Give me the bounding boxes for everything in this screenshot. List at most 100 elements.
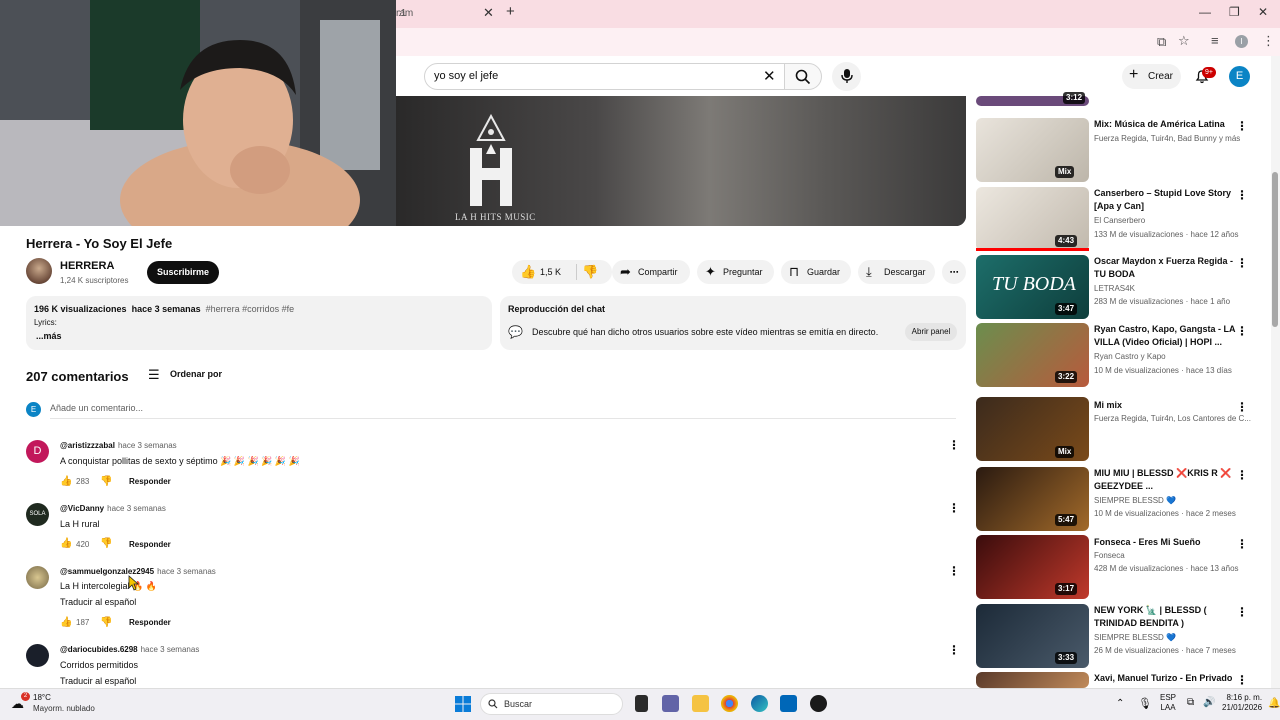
ask-button[interactable]: ✦ Preguntar <box>697 260 774 284</box>
sidebar-channel[interactable]: Fuerza Regida, Tuir4n, Los Cantores de C… <box>1094 414 1251 423</box>
network-icon[interactable]: ⧉ <box>1187 697 1194 708</box>
sidebar-video-title[interactable]: Ryan Castro, Kapo, Gangsta - LA VILLA (V… <box>1094 323 1244 349</box>
address-bar[interactable]: :1 <box>398 8 406 19</box>
sidebar-channel[interactable]: Fonseca <box>1094 551 1125 560</box>
open-chat-panel-button[interactable]: Abrir panel <box>905 323 957 341</box>
account-avatar[interactable]: E <box>1229 66 1250 87</box>
new-tab-icon[interactable]: + <box>506 3 515 20</box>
comment-avatar[interactable]: D <box>26 440 49 463</box>
hashtags[interactable]: #herrera #corridos #fe <box>206 304 295 314</box>
sidebar-thumbnail[interactable] <box>976 672 1089 688</box>
sidebar-video-title[interactable]: Oscar Maydon x Fuerza Regida - TU BODA <box>1094 255 1244 281</box>
taskbar-search-label[interactable]: Buscar <box>504 699 532 709</box>
cast-icon[interactable]: ⧉ <box>1157 34 1166 50</box>
microphone-tray-icon[interactable]: 🎙 <box>1138 697 1152 710</box>
taskbar-search[interactable] <box>480 693 623 715</box>
comment-username[interactable]: @VicDanny <box>60 504 104 513</box>
dislike-icon[interactable]: 👎 <box>582 260 598 284</box>
weather-temperature[interactable]: 18°C <box>33 693 51 702</box>
input-language[interactable]: ESP LAA <box>1160 693 1176 713</box>
comment-menu-icon[interactable]: ⋮ <box>948 438 960 452</box>
volume-icon[interactable]: 🔊 <box>1203 697 1215 708</box>
subscribe-button[interactable]: Suscribirme <box>147 261 219 284</box>
sort-icon[interactable]: ☰ <box>148 367 160 383</box>
store-icon[interactable] <box>780 695 797 712</box>
comment-time[interactable]: hace 3 semanas <box>118 441 177 450</box>
sidebar-menu-icon[interactable]: ⋮ <box>1236 188 1248 202</box>
comment-time[interactable]: hace 3 semanas <box>107 504 166 513</box>
notification-bell-tray-icon[interactable]: 🔔 <box>1268 698 1280 709</box>
comment-author[interactable]: @aristizzzabal hace 3 semanas <box>60 441 177 450</box>
comment-time[interactable]: hace 3 semanas <box>157 567 216 576</box>
sidebar-video-title[interactable]: Fonseca - Eres Mi Sueño <box>1094 536 1244 549</box>
comment-reply-button[interactable]: Responder <box>129 540 171 549</box>
sidebar-video-title[interactable]: MIU MIU | BLESSD ❌KRIS R ❌ GEEZYDEE ... <box>1094 467 1244 493</box>
sidebar-video-title[interactable]: NEW YORK 🗽 | BLESSD ( TRINIDAD BENDITA ) <box>1094 604 1244 630</box>
scrollbar-thumb[interactable] <box>1272 172 1278 327</box>
sidebar-video-title[interactable]: Canserbero – Stupid Love Story [Apa y Ca… <box>1094 187 1244 213</box>
more-actions-icon[interactable]: ⋯ <box>942 260 966 284</box>
edge-icon[interactable] <box>751 695 768 712</box>
comment-like-icon[interactable]: 👍 <box>60 476 72 487</box>
clear-search-icon[interactable]: ✕ <box>763 67 776 85</box>
comment-avatar[interactable] <box>26 566 49 589</box>
sidebar-video-title[interactable]: Mix: Música de América Latina <box>1094 118 1244 131</box>
comment-author[interactable]: @VicDanny hace 3 semanas <box>60 504 166 513</box>
bookmark-star-icon[interactable]: ☆ <box>1178 33 1190 49</box>
comment-username[interactable]: @dariocubides.6298 <box>60 645 138 654</box>
chrome-icon[interactable] <box>721 695 738 712</box>
like-count[interactable]: 1,5 K <box>540 260 561 284</box>
add-comment-input[interactable]: Añade un comentario... <box>50 403 143 413</box>
window-close-icon[interactable]: ✕ <box>1258 5 1268 19</box>
weather-description[interactable]: Mayorm. nublado <box>33 704 95 713</box>
tray-chevron-icon[interactable]: ⌃ <box>1116 698 1124 709</box>
sidebar-menu-icon[interactable]: ⋮ <box>1236 400 1248 414</box>
sidebar-channel[interactable]: SIEMPRE BLESSD 💙 <box>1094 633 1176 642</box>
media-control-icon[interactable]: ≡ <box>1211 33 1219 48</box>
sidebar-channel[interactable]: LETRAS4K <box>1094 284 1135 293</box>
file-explorer-icon[interactable] <box>692 695 709 712</box>
comment-avatar[interactable] <box>26 644 49 667</box>
comment-like-icon[interactable]: 👍 <box>60 538 72 549</box>
share-button[interactable]: ➦ Compartir <box>612 260 690 284</box>
like-icon[interactable]: 👍 <box>520 260 536 284</box>
app-icon[interactable] <box>810 695 827 712</box>
sidebar-video-title[interactable]: Xavi, Manuel Turizo - En Privado <box>1094 672 1244 685</box>
windows-start-icon[interactable] <box>455 696 471 712</box>
browser-menu-icon[interactable]: ⋮ <box>1262 33 1275 49</box>
comment-menu-icon[interactable]: ⋮ <box>948 501 960 515</box>
search-query[interactable]: yo soy el jefe <box>434 70 498 82</box>
sidebar-menu-icon[interactable]: ⋮ <box>1236 537 1248 551</box>
download-button[interactable]: ⤓ Descargar <box>858 260 935 284</box>
comment-reply-button[interactable]: Responder <box>129 477 171 486</box>
sidebar-menu-icon[interactable]: ⋮ <box>1236 256 1248 270</box>
voice-search-button[interactable] <box>832 62 861 91</box>
comment-author[interactable]: @dariocubides.6298 hace 3 semanas <box>60 645 199 654</box>
save-button[interactable]: ⊓ Guardar <box>781 260 851 284</box>
comment-dislike-icon[interactable]: 👎 <box>100 476 112 487</box>
tab-close-icon[interactable]: ✕ <box>483 5 494 21</box>
translate-link[interactable]: Traducir al español <box>60 676 136 686</box>
sidebar-channel[interactable]: SIEMPRE BLESSD 💙 <box>1094 496 1176 505</box>
comment-time[interactable]: hace 3 semanas <box>141 645 200 654</box>
comment-like-icon[interactable]: 👍 <box>60 617 72 628</box>
comment-avatar[interactable]: SOLA <box>26 503 49 526</box>
comment-menu-icon[interactable]: ⋮ <box>948 564 960 578</box>
sidebar-menu-icon[interactable]: ⋮ <box>1236 324 1248 338</box>
minimize-icon[interactable]: — <box>1199 5 1211 19</box>
sort-by-button[interactable]: Ordenar por <box>170 369 222 379</box>
page-scrollbar[interactable] <box>1271 56 1280 688</box>
comment-username[interactable]: @aristizzzabal <box>60 441 115 450</box>
sidebar-menu-icon[interactable]: ⋮ <box>1236 605 1248 619</box>
comment-reply-button[interactable]: Responder <box>129 618 171 627</box>
sidebar-video-title[interactable]: Mi mix <box>1094 399 1244 412</box>
restore-icon[interactable]: ❐ <box>1229 5 1240 19</box>
teams-icon[interactable] <box>662 695 679 712</box>
task-view-icon[interactable] <box>635 695 648 712</box>
sidebar-menu-icon[interactable]: ⋮ <box>1236 673 1248 687</box>
webcam-overlay[interactable] <box>0 0 396 226</box>
comment-dislike-icon[interactable]: 👎 <box>100 617 112 628</box>
sidebar-channel[interactable]: Ryan Castro y Kapo <box>1094 352 1166 361</box>
translate-link[interactable]: Traducir al español <box>60 597 136 607</box>
sidebar-menu-icon[interactable]: ⋮ <box>1236 468 1248 482</box>
